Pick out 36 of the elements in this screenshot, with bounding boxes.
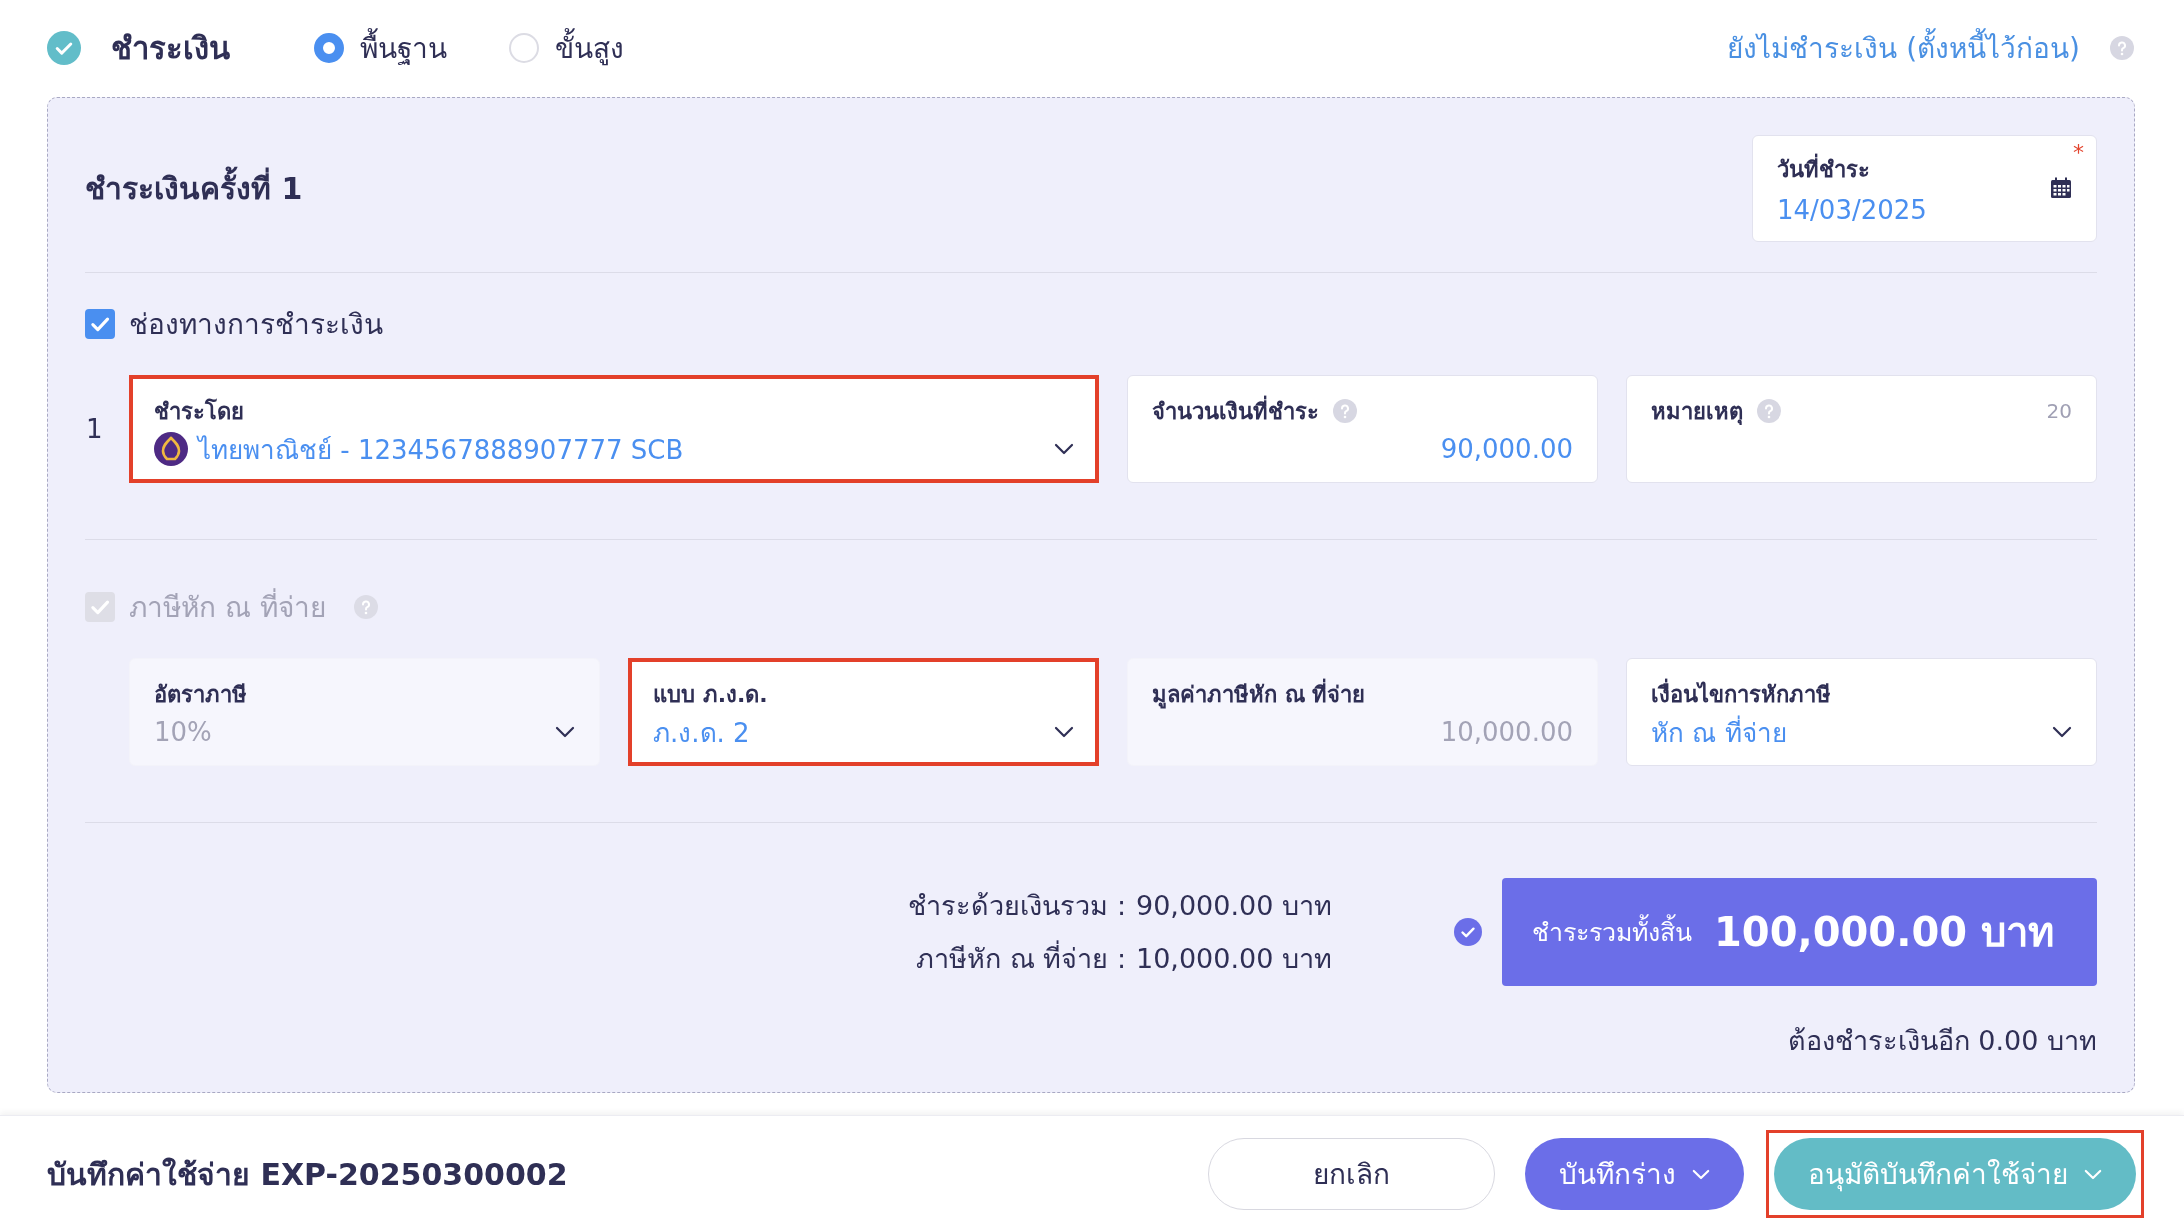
- total-amount: 100,000.00 บาท: [1714, 907, 2054, 957]
- help-icon[interactable]: [1757, 399, 1781, 424]
- calendar-icon: [2050, 177, 2072, 200]
- chevron-down-icon: [1054, 443, 1074, 456]
- summary-label: ชำระด้วยเงินรวม :: [908, 888, 1126, 923]
- row-number: 1: [85, 412, 104, 446]
- checkbox[interactable]: [85, 308, 115, 339]
- bank-logo-icon: [154, 432, 188, 467]
- form-field[interactable]: แบบ ภ.ง.ด. ภ.ง.ด. 2: [628, 657, 1099, 766]
- date-field[interactable]: วันที่ชำระ 14/03/2025 *: [1752, 134, 2097, 242]
- checkbox-label: ช่องทางการชำระเงิน: [129, 306, 383, 343]
- action-button[interactable]: ยกเลิก: [1208, 1138, 1495, 1210]
- radio-option[interactable]: พื้นฐาน: [314, 26, 447, 71]
- total-label: ชำระรวมทั้งสิ้น: [1532, 911, 1692, 952]
- form-field[interactable]: จำนวนเงินที่ชำระ 90,000.00: [1127, 374, 1598, 483]
- remaining-amount: ต้องชำระเงินอีก 0.00 บาท: [1786, 1023, 2097, 1058]
- chevron-down-icon: [1692, 1168, 1710, 1180]
- expense-title: บันทึกค่าใช้จ่าย EXP-20250300002: [47, 1155, 568, 1194]
- chevron-down-icon: [1054, 726, 1074, 739]
- summary-label: ภาษีหัก ณ ที่จ่าย :: [915, 939, 1126, 976]
- form-field[interactable]: ชำระโดย ไทยพาณิชย์ - 1234567888907777 SCB: [129, 374, 1099, 483]
- action-button[interactable]: บันทึกร่าง: [1525, 1138, 1744, 1210]
- chevron-down-icon: [2084, 1168, 2102, 1180]
- required-asterisk: *: [2073, 139, 2084, 165]
- summary-value: 90,000.00 บาท: [1136, 888, 1332, 923]
- section-title: ชำระเงิน: [111, 29, 230, 69]
- help-icon[interactable]: [1333, 399, 1357, 424]
- chevron-down-icon: [2052, 726, 2072, 739]
- form-field[interactable]: เงื่อนไขการหักภาษี หัก ณ ที่จ่าย: [1626, 657, 2097, 766]
- radio-option[interactable]: ขั้นสูง: [509, 26, 624, 71]
- summary-value: 10,000.00 บาท: [1136, 941, 1332, 976]
- payment-title: ชำระเงินครั้งที่ 1: [85, 164, 303, 212]
- form-field[interactable]: หมายเหตุ 20: [1626, 374, 2097, 483]
- chevron-down-icon: [555, 725, 575, 738]
- checkbox-label: ภาษีหัก ณ ที่จ่าย: [129, 587, 326, 626]
- help-icon[interactable]: [2110, 36, 2134, 61]
